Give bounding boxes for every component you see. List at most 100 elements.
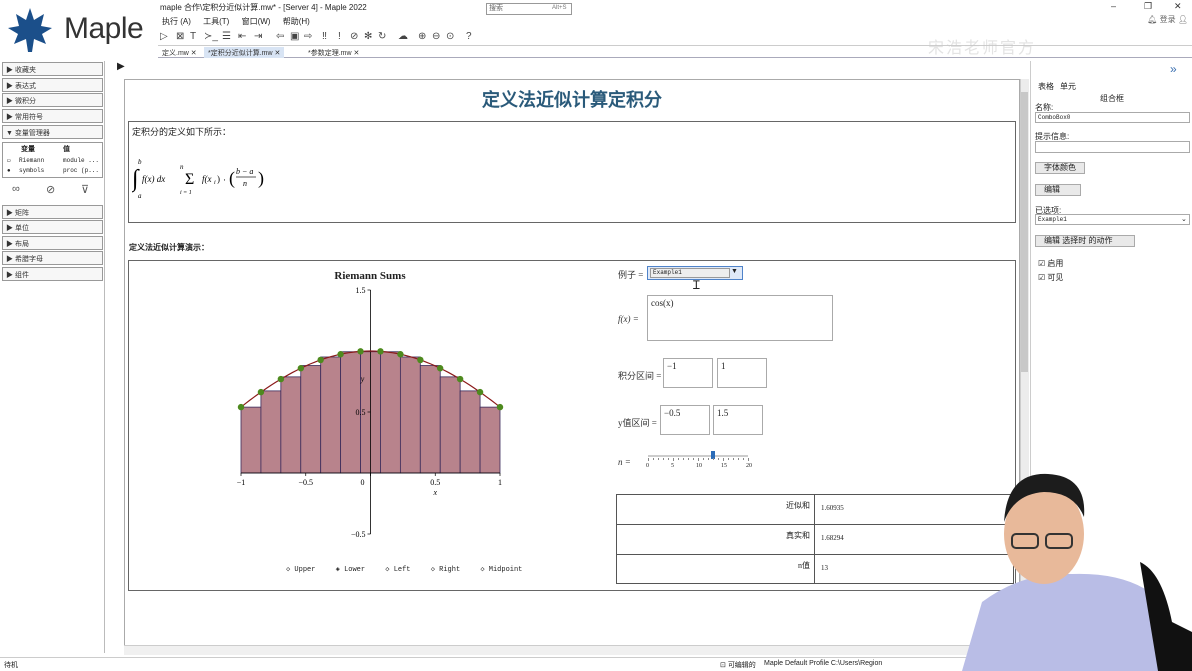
interval-a-input[interactable]: −1 [663,358,713,388]
hide-icon[interactable]: ⊘ [46,183,55,196]
example-combobox-value[interactable]: Example1 [650,268,730,278]
palette-components[interactable]: ▶ 组件 [2,267,103,281]
back-icon[interactable]: ⇦ [276,31,284,42]
tooltip-input[interactable] [1035,141,1190,153]
slider-minor-tick [743,458,744,460]
y-b-input[interactable]: 1.5 [713,405,763,435]
stop-icon[interactable]: ⊘ [350,31,358,42]
close-icon[interactable]: ✕ [1174,1,1182,12]
horizontal-scrollbar[interactable] [124,645,1020,655]
restart-icon[interactable]: ↻ [378,31,386,42]
definition-text: 定积分的定义如下所示： [132,127,232,137]
svg-text:): ) [217,174,220,184]
svg-text:n: n [180,163,184,171]
riemann-bar [419,365,441,474]
palette-symbols[interactable]: ▶ 常用符号 [2,109,103,123]
palette-units[interactable]: ▶ 单位 [2,220,103,234]
forward-icon[interactable]: ⇨ [304,31,312,42]
function-input[interactable]: cos(x) [647,295,833,341]
login-area[interactable]: 🔔︎ 登录 👤︎ [1147,14,1188,25]
indent-icon[interactable]: ⇤ [238,31,246,42]
insert-image-icon[interactable]: ⊠ [176,31,184,42]
edit-button[interactable]: 编辑 [1035,184,1081,196]
text-mode-icon[interactable]: T [190,31,196,42]
outdent-icon[interactable]: ⇥ [254,31,262,42]
help-icon[interactable]: ? [466,31,472,42]
name-input[interactable]: ComboBox0 [1035,112,1190,123]
user-icon[interactable]: 👤︎ [1178,15,1188,24]
tab-definition[interactable]: 定义.mw ✕ [158,47,201,58]
tab-component[interactable]: 单元 [1060,81,1076,92]
zoom-icon[interactable]: ⊙ [446,31,454,42]
execute-all-icon[interactable]: ‼ [322,31,327,42]
results-table: 近似和 1.60935 真实和 1.68294 n值 13 [616,494,1014,584]
selected-select[interactable]: Example1 [1035,214,1190,225]
tab-table[interactable]: 表格 [1038,81,1054,92]
menu-tools[interactable]: 工具(T) [203,14,229,27]
minimize-icon[interactable]: – [1111,1,1116,11]
palette-expression[interactable]: ▶ 表达式 [2,78,103,92]
maple-leaf-icon [8,8,52,52]
legend-lower[interactable]: ◈ Lower [336,566,373,574]
slider-tick-label: 10 [696,463,702,469]
menu-execute[interactable]: 执行 (A) [162,14,191,27]
slider-minor-tick [733,458,734,460]
palette-calculus[interactable]: ▶ 微积分 [2,93,103,107]
cloud-icon[interactable]: ☁ [398,31,408,42]
tab-riemann[interactable]: *定积分近似计算.mw ✕ [204,47,285,58]
legend-upper[interactable]: ◇ Upper [286,566,323,574]
font-color-button[interactable]: 字体颜色 [1035,162,1085,174]
enable-checkbox[interactable]: ☑ 启用 [1038,258,1063,269]
vm-row[interactable]: ● symbols proc (p... [3,166,102,175]
link-icon[interactable]: ∞ [12,183,20,195]
tab-parameter[interactable]: *参数定理.mw ✕ [304,47,363,58]
riemann-plot[interactable]: −1 −0.5 0 0.5 1 1.5 0.5 −0.5 x y [228,284,518,546]
expand-icon[interactable]: » [1170,62,1177,76]
plot-legend[interactable]: ◇ Upper ◈ Lower ◇ Left ◇ Right ◇ Midpoin… [286,565,538,574]
collapse-icon[interactable]: ▷ [160,31,168,42]
n-slider[interactable] [648,455,748,457]
riemann-bar [300,365,322,474]
presenter-video [962,473,1192,671]
palette-variable-manager[interactable]: ▼ 变量管理器 [2,125,103,139]
y-tick-label: 1.5 [356,286,366,295]
login-link[interactable]: 登录 [1160,15,1176,24]
legend-midpoint[interactable]: ◇ Midpoint [480,566,530,574]
slider-tick [723,458,724,461]
execute-icon[interactable]: ! [338,31,341,42]
paragraph-icon[interactable]: ☰ [222,31,231,42]
window-title: maple 合作\定积分近似计算.mw* - [Server 4] - Mapl… [160,3,367,12]
palette-layout[interactable]: ▶ 布局 [2,236,103,250]
sample-point [257,388,265,396]
math-mode-icon[interactable]: ≻_ [204,31,218,42]
edit-action-button[interactable]: 编辑 选择时 的动作 [1035,235,1135,247]
menu-bar: 执行 (A) 工具(T) 窗口(W) 帮助(H) [158,14,1192,28]
palette-greek[interactable]: ▶ 希腊字母 [2,251,103,265]
chevron-down-icon[interactable]: ▼ [731,268,738,275]
zoom-in-icon[interactable]: ⊕ [418,31,426,42]
restore-icon[interactable]: ❐ [1144,1,1152,12]
sample-point [476,388,484,396]
legend-left[interactable]: ◇ Left [385,566,418,574]
scrollbar-thumb[interactable] [1021,92,1028,372]
palette-favorites[interactable]: ▶ 收藏夹 [2,62,103,76]
palette-matrix[interactable]: ▶ 矩阵 [2,205,103,219]
save-icon[interactable]: ▣ [290,31,299,42]
vm-row[interactable]: ▭ Riemann module ... [3,156,102,165]
interval-b-input[interactable]: 1 [717,358,767,388]
riemann-bar [380,351,401,474]
bell-icon[interactable]: 🔔︎ [1147,15,1157,24]
zoom-out-icon[interactable]: ⊖ [432,31,440,42]
svg-text:·: · [223,175,226,185]
chevron-down-icon[interactable]: ⌄ [1181,215,1187,223]
y-a-input[interactable]: −0.5 [660,405,710,435]
visible-checkbox[interactable]: ☑ 可见 [1038,272,1063,283]
menu-help[interactable]: 帮助(H) [283,14,310,27]
maple-logo: Maple [0,0,158,60]
menu-window[interactable]: 窗口(W) [242,14,271,27]
collapse-palette-icon[interactable]: ▶ [117,61,125,72]
legend-right[interactable]: ◇ Right [431,566,468,574]
filter-icon[interactable]: ⊽ [81,183,89,196]
debug-icon[interactable]: ✻ [364,31,372,42]
sample-point [357,348,364,355]
